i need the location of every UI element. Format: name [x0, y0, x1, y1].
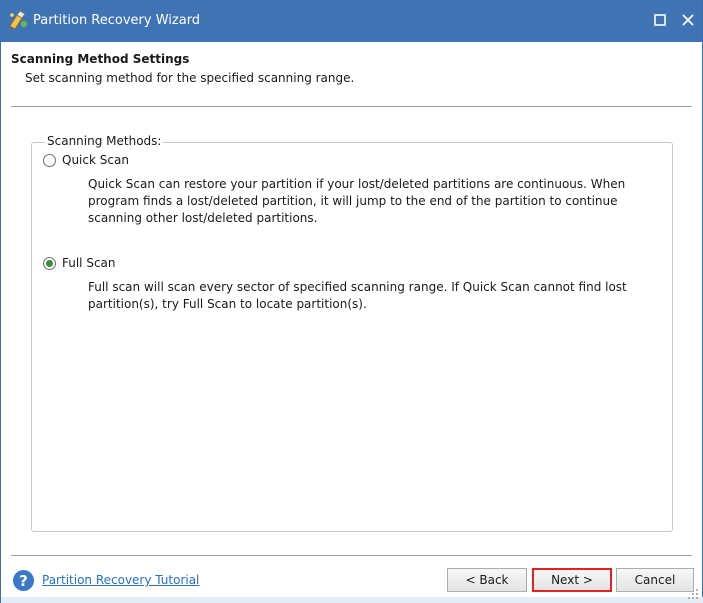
- page-title: Scanning Method Settings: [11, 52, 190, 66]
- page-subtitle: Set scanning method for the specified sc…: [25, 71, 355, 85]
- quick-scan-option[interactable]: Quick Scan: [43, 153, 129, 167]
- full-scan-label[interactable]: Full Scan: [62, 256, 116, 270]
- quick-scan-label[interactable]: Quick Scan: [62, 153, 129, 167]
- quick-scan-description: Quick Scan can restore your partition if…: [88, 177, 626, 225]
- maximize-button[interactable]: [648, 9, 672, 33]
- title-bar[interactable]: Partition Recovery Wizard: [1, 0, 702, 42]
- close-button[interactable]: [676, 9, 700, 33]
- quick-scan-radio[interactable]: [43, 153, 56, 167]
- next-button-label: Next >: [551, 573, 593, 587]
- wizard-window: Partition Recovery Wizard Scanning Metho…: [0, 0, 703, 603]
- next-button[interactable]: Next >: [532, 568, 612, 592]
- close-icon: [682, 13, 694, 29]
- tutorial-link[interactable]: Partition Recovery Tutorial: [42, 573, 199, 587]
- scan-methods-legend: Scanning Methods:: [45, 134, 164, 148]
- cancel-button[interactable]: Cancel: [616, 568, 694, 592]
- background-window-strip: [1, 597, 703, 603]
- full-scan-radio[interactable]: [43, 256, 56, 270]
- help-icon[interactable]: ?: [13, 570, 34, 591]
- partition-wand-icon: [7, 9, 29, 31]
- full-scan-option[interactable]: Full Scan: [43, 256, 116, 270]
- maximize-icon: [654, 13, 666, 29]
- back-button[interactable]: < Back: [447, 568, 527, 592]
- resize-grip-icon[interactable]: [687, 588, 699, 600]
- window-title: Partition Recovery Wizard: [33, 13, 201, 28]
- header-divider: [11, 106, 692, 107]
- footer-divider: [11, 555, 692, 556]
- cancel-button-label: Cancel: [634, 573, 676, 587]
- back-button-label: < Back: [465, 573, 509, 587]
- full-scan-description: Full scan will scan every sector of spec…: [88, 280, 627, 311]
